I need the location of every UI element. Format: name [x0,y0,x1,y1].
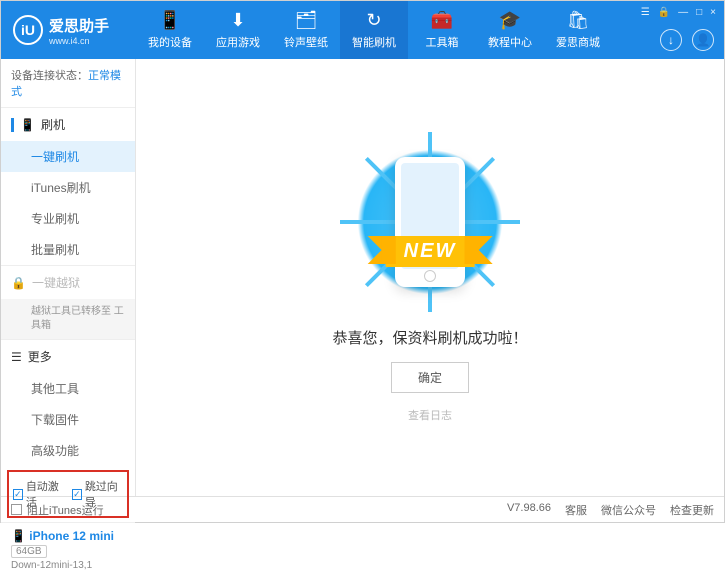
nav-toolbox[interactable]: 🧰工具箱 [408,1,476,59]
device-info[interactable]: 📱 iPhone 12 mini 64GB Down-12mini-13,1 [1,522,135,577]
sidebar-download-firmware[interactable]: 下载固件 [1,404,135,435]
app-name: 爱思助手 [49,15,109,36]
success-illustration: NEW [350,132,510,312]
nav-my-device[interactable]: 📱我的设备 [136,1,204,59]
refresh-icon: ↻ [366,10,381,31]
main-nav: 📱我的设备 ⬇应用游戏 🗂铃声壁纸 ↻智能刷机 🧰工具箱 🎓教程中心 🛍爱思商城 [136,1,724,59]
sidebar-flash-header[interactable]: 📱刷机 [1,108,135,141]
nav-tutorials[interactable]: 🎓教程中心 [476,1,544,59]
app-header: iU 爱思助手 www.i4.cn 📱我的设备 ⬇应用游戏 🗂铃声壁纸 ↻智能刷… [1,1,724,59]
check-update-link[interactable]: 检查更新 [670,502,714,518]
nav-store[interactable]: 🛍爱思商城 [544,1,612,59]
view-log-link[interactable]: 查看日志 [408,407,452,423]
device-detail: Down-12mini-13,1 [11,560,125,571]
sidebar-more-header[interactable]: ☰更多 [1,340,135,373]
sidebar-one-click-flash[interactable]: 一键刷机 [1,141,135,172]
app-logo-icon: iU [13,15,43,45]
sidebar-pro-flash[interactable]: 专业刷机 [1,203,135,234]
tutorial-icon: 🎓 [499,10,521,31]
jailbreak-note: 越狱工具已转移至 工具箱 [1,299,135,339]
main-content: NEW 恭喜您，保资料刷机成功啦！ 确定 查看日志 [136,59,724,496]
customer-service-link[interactable]: 客服 [565,502,587,518]
ok-button[interactable]: 确定 [391,362,469,393]
sidebar-other-tools[interactable]: 其他工具 [1,373,135,404]
maximize-button[interactable]: □ [696,7,702,18]
download-icon: ⬇ [230,10,245,31]
storage-badge: 64GB [11,545,47,558]
window-controls: ☰ 🔒 — □ × [641,7,716,18]
settings-menu[interactable]: ☰ [641,7,650,18]
store-icon: 🛍 [567,10,590,31]
lock-icon: 🔒 [11,276,26,290]
phone-icon: 📱 [11,529,26,543]
nav-apps-games[interactable]: ⬇应用游戏 [204,1,272,59]
minimize-button[interactable]: — [678,7,688,18]
sidebar: 设备连接状态：正常模式 📱刷机 一键刷机 iTunes刷机 专业刷机 批量刷机 … [1,59,136,496]
block-itunes-label: 阻止iTunes运行 [27,502,104,518]
download-circle-icon[interactable]: ↓ [660,29,682,51]
sidebar-batch-flash[interactable]: 批量刷机 [1,234,135,265]
nav-ringtones[interactable]: 🗂铃声壁纸 [272,1,340,59]
header-actions: ↓ 👤 [660,29,714,51]
success-message: 恭喜您，保资料刷机成功啦！ [332,327,527,348]
lock-icon[interactable]: 🔒 [658,7,670,18]
toolbox-icon: 🧰 [431,10,453,31]
menu-icon: ☰ [11,350,22,364]
sidebar-itunes-flash[interactable]: iTunes刷机 [1,172,135,203]
user-circle-icon[interactable]: 👤 [692,29,714,51]
nav-smart-flash[interactable]: ↻智能刷机 [340,1,408,59]
wechat-link[interactable]: 微信公众号 [601,502,656,518]
folder-icon: 🗂 [295,10,318,31]
phone-icon: 📱 [20,118,35,132]
close-button[interactable]: × [710,7,716,18]
sidebar-advanced[interactable]: 高级功能 [1,435,135,466]
block-itunes-checkbox[interactable] [11,504,22,515]
version-label: V7.98.66 [507,502,551,518]
app-url: www.i4.cn [49,36,109,46]
phone-icon: 📱 [159,10,181,31]
logo-area: iU 爱思助手 www.i4.cn [1,15,136,46]
sidebar-jailbreak-header: 🔒一键越狱 [1,266,135,299]
new-ribbon: NEW [386,236,475,267]
device-status: 设备连接状态：正常模式 [1,59,135,107]
